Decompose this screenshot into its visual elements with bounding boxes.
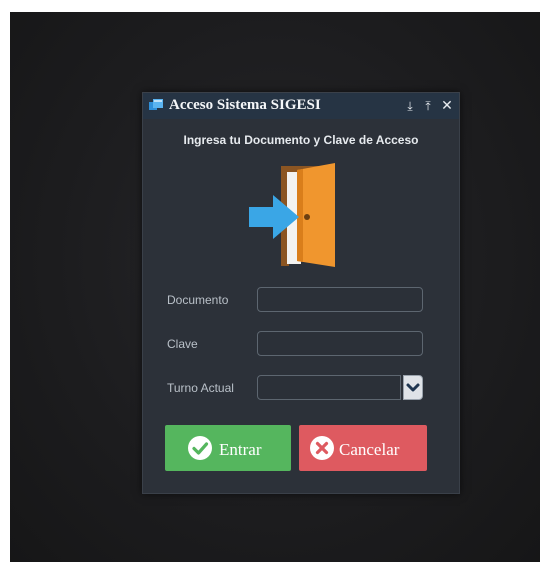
turno-dropdown-button[interactable] — [403, 375, 423, 400]
desktop-background: Acceso Sistema SIGESI ⤓ ⤒ ✕ Ingresa tu D… — [10, 12, 540, 562]
entrar-button[interactable]: Entrar — [165, 425, 291, 471]
cancelar-label: Cancelar — [339, 440, 400, 459]
login-prompt: Ingresa tu Documento y Clave de Acceso — [183, 133, 419, 147]
chevron-down-icon — [406, 383, 420, 392]
cancelar-button[interactable]: Cancelar — [299, 425, 427, 471]
title-bar: Acceso Sistema SIGESI ⤓ ⤒ ✕ — [143, 93, 459, 119]
close-button[interactable]: ✕ — [439, 97, 455, 115]
entrar-label: Entrar — [219, 440, 262, 459]
x-circle-icon — [310, 436, 334, 460]
window-app-icon — [149, 99, 163, 110]
documento-label: Documento — [167, 293, 229, 307]
clave-field[interactable] — [257, 331, 423, 356]
clave-label: Clave — [167, 337, 198, 351]
window-title: Acceso Sistema SIGESI — [169, 97, 321, 113]
login-dialog: Acceso Sistema SIGESI ⤓ ⤒ ✕ Ingresa tu D… — [142, 92, 460, 494]
door-enter-icon — [249, 163, 335, 267]
turno-actual-select[interactable] — [257, 375, 401, 400]
maximize-button[interactable]: ⤒ — [421, 97, 435, 115]
check-circle-icon — [188, 436, 212, 460]
minimize-button[interactable]: ⤓ — [403, 97, 417, 115]
turno-actual-label: Turno Actual — [167, 381, 234, 395]
documento-field[interactable] — [257, 287, 423, 312]
